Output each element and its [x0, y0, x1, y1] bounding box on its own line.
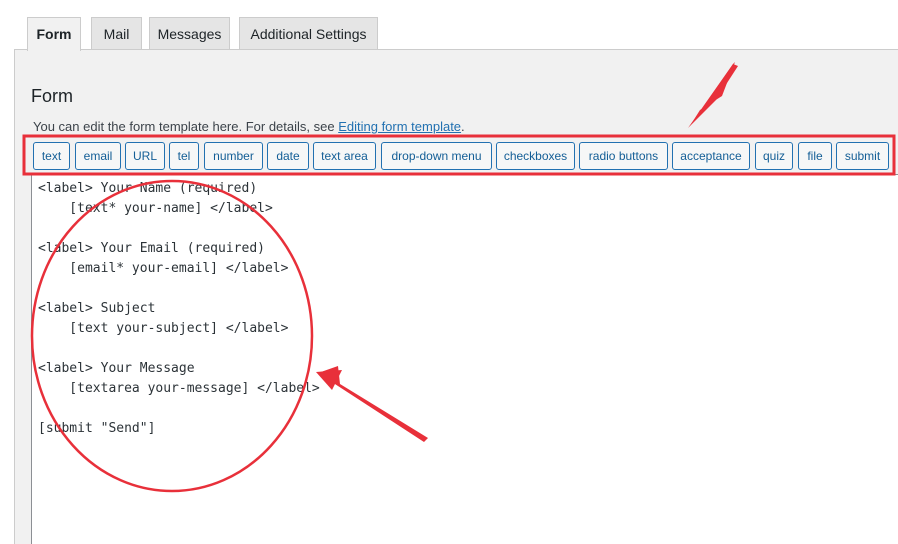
page: Form Mail Messages Additional Settings F…	[0, 0, 898, 544]
tab-strip: Form Mail Messages Additional Settings	[0, 0, 898, 51]
tag-button-acceptance[interactable]: acceptance	[672, 142, 750, 170]
tag-button-number[interactable]: number	[204, 142, 263, 170]
editor-line: [submit "Send"]	[38, 421, 156, 436]
tag-button-tel[interactable]: tel	[169, 142, 199, 170]
tab-messages[interactable]: Messages	[149, 17, 230, 49]
tab-additional-settings[interactable]: Additional Settings	[239, 17, 378, 49]
editor-line: <label> Your Name (required)	[38, 181, 258, 196]
editor-line: [email* your-email] </label>	[38, 261, 289, 276]
editor-line: [text* your-name] </label>	[38, 201, 273, 216]
tag-button-date[interactable]: date	[267, 142, 309, 170]
tag-button-quiz[interactable]: quiz	[755, 142, 793, 170]
editor-line: [textarea your-message] </label>	[38, 381, 320, 396]
tab-mail[interactable]: Mail	[91, 17, 142, 49]
panel-description: You can edit the form template here. For…	[33, 119, 465, 134]
form-template-editor[interactable]: <label> Your Name (required) [text* your…	[31, 174, 898, 544]
tag-button-text[interactable]: text	[33, 142, 70, 170]
tag-button-submit[interactable]: submit	[836, 142, 889, 170]
editor-line: <label> Your Email (required)	[38, 241, 265, 256]
editing-form-template-link[interactable]: Editing form template	[338, 119, 461, 134]
tag-button-url[interactable]: URL	[125, 142, 165, 170]
tag-button-file[interactable]: file	[798, 142, 832, 170]
tab-form[interactable]: Form	[27, 17, 81, 51]
tag-button-radio-buttons[interactable]: radio buttons	[579, 142, 668, 170]
tag-button-drop-down-menu[interactable]: drop-down menu	[381, 142, 492, 170]
editor-line: [text your-subject] </label>	[38, 321, 289, 336]
editor-line: <label> Subject	[38, 301, 156, 316]
description-text: You can edit the form template here. For…	[33, 119, 339, 134]
tag-button-email[interactable]: email	[75, 142, 121, 170]
editor-line: <label> Your Message	[38, 361, 195, 376]
panel-title: Form	[31, 86, 73, 106]
tag-button-text-area[interactable]: text area	[313, 142, 376, 170]
tag-button-checkboxes[interactable]: checkboxes	[496, 142, 575, 170]
description-suffix: .	[461, 119, 465, 134]
